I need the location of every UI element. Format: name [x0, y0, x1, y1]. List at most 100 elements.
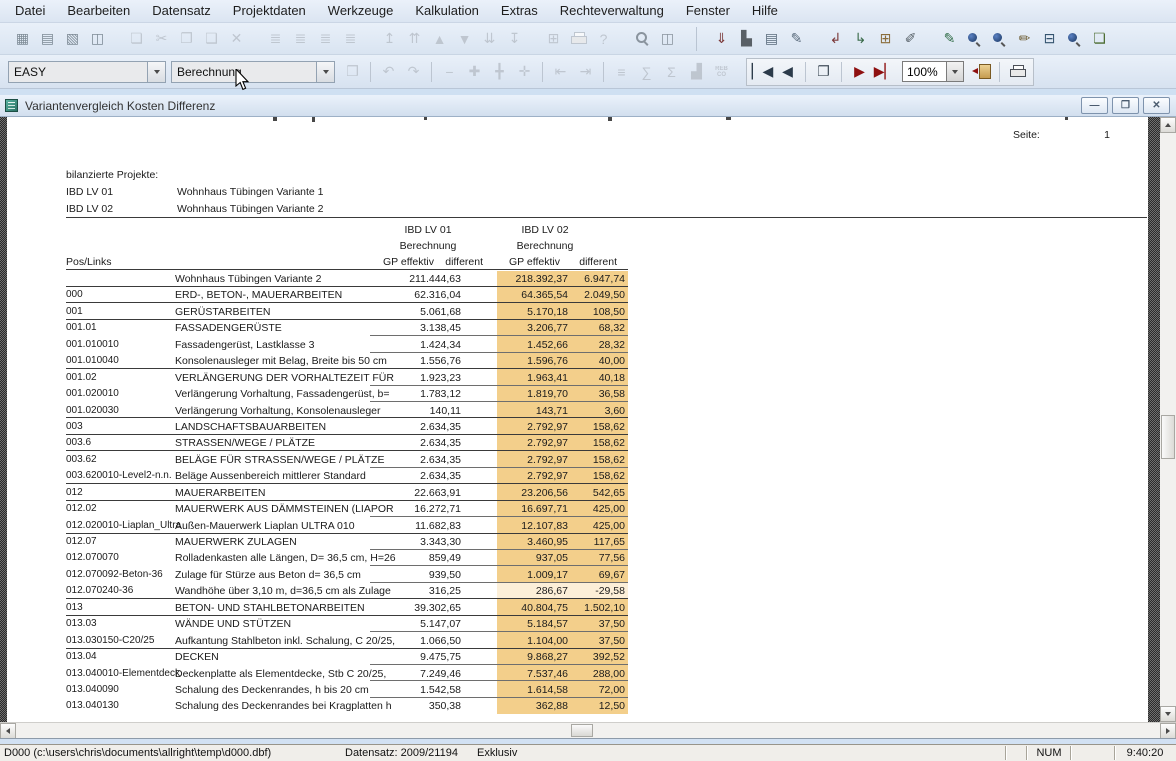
move-bottom-icon[interactable]: ↧ [502, 27, 527, 51]
restore-button[interactable]: ❐ [1112, 97, 1139, 114]
menu-item-werkzeuge[interactable]: Werkzeuge [317, 1, 405, 21]
promote-level-icon[interactable]: ≣ [313, 27, 338, 51]
properties-icon[interactable]: ⊞ [541, 27, 566, 51]
menu-item-hilfe[interactable]: Hilfe [741, 1, 789, 21]
scroll-right-button[interactable] [1160, 723, 1176, 739]
delete-icon[interactable]: ✕ [224, 27, 249, 51]
vertical-scrollbar-thumb[interactable] [1161, 415, 1175, 459]
cut-icon[interactable]: ✂ [149, 27, 174, 51]
notes-icon[interactable]: ✏ [1012, 27, 1037, 51]
menu-item-datensatz[interactable]: Datensatz [141, 1, 222, 21]
sum-icon[interactable]: Σ [659, 60, 684, 84]
table-edit-icon[interactable]: ⊟ [1037, 27, 1062, 51]
catalog-view-icon[interactable]: ◫ [85, 27, 110, 51]
menu-item-extras[interactable]: Extras [490, 1, 549, 21]
horizontal-scrollbar[interactable] [0, 722, 1176, 738]
row-different-lv02: 40,18 [525, 372, 625, 384]
insert-subposition-icon[interactable]: ✛ [512, 60, 537, 84]
output-to-end-icon[interactable]: ▶▏ [872, 60, 897, 84]
view-combobox[interactable]: Berechnung [171, 61, 335, 83]
checkout-icon[interactable]: ↲ [823, 27, 848, 51]
page-export-icon[interactable]: ❏ [1087, 27, 1112, 51]
table-row: 001.02 VERLÄNGERUNG DER VORHALTEZEIT FÜR… [66, 369, 628, 385]
toolbar-main-icons: ▦▤▧◫❏✂❐❑✕≣≣≣≣↥⇈▲▼⇊↧⊞?◫⇓▙▤✎↲↳⊞✐✎✏⊟❏ [10, 27, 1126, 51]
table-row: 013.040010-Elementdeck Deckenplatte als … [66, 665, 628, 681]
start-output-icon[interactable]: ▶ [847, 60, 872, 84]
move-down-icon[interactable]: ▼ [452, 27, 477, 51]
print-icon[interactable] [566, 27, 591, 51]
new-document-icon[interactable]: ❏ [124, 27, 149, 51]
insert-title-icon[interactable]: ≣ [263, 27, 288, 51]
vertical-scrollbar[interactable] [1160, 117, 1176, 722]
redo-icon[interactable]: ↷ [401, 60, 426, 84]
scroll-left-button[interactable] [0, 723, 16, 739]
overview-icon[interactable]: ▦ [10, 27, 35, 51]
scroll-up-button[interactable] [1160, 117, 1176, 133]
close-button[interactable]: ✕ [1143, 97, 1170, 114]
pin-icon[interactable]: ✐ [898, 27, 923, 51]
chevron-down-icon[interactable] [316, 62, 334, 82]
db-view-icon[interactable] [1062, 27, 1087, 51]
profile-combobox[interactable]: EASY [8, 61, 166, 83]
reb-icon[interactable]: REB CO [709, 60, 734, 84]
row-different-lv02: 12,50 [525, 700, 625, 712]
minimize-button[interactable]: — [1081, 97, 1108, 114]
toolbar-report: EASY Berechnung ❒ ↶↷−✚╋✛ ⇤⇥ ≡∑Σ▟REB CO ▏◀◀ ❐… [0, 55, 1176, 89]
undo-icon[interactable]: ↶ [376, 60, 401, 84]
chevron-down-icon[interactable] [946, 62, 963, 81]
modules-icon[interactable]: ⊞ [873, 27, 898, 51]
close-preview-icon[interactable] [969, 60, 994, 84]
row-different-lv02: 72,00 [525, 684, 625, 696]
menu-item-fenster[interactable]: Fenster [675, 1, 741, 21]
previous-page-icon[interactable]: ◀ [775, 60, 800, 84]
remove-position-icon[interactable]: − [437, 60, 462, 84]
row-different-lv02: -29,58 [525, 585, 625, 597]
checkin-icon[interactable]: ↳ [848, 27, 873, 51]
menu-item-datei[interactable]: Datei [4, 1, 56, 21]
sum-list-icon[interactable]: ∑ [634, 60, 659, 84]
scroll-down-button[interactable] [1160, 706, 1176, 722]
insert-position-above-icon[interactable]: ✚ [462, 60, 487, 84]
search-icon[interactable] [630, 27, 655, 51]
print-icon[interactable] [1005, 60, 1030, 84]
report-view-icon[interactable]: ▤ [35, 27, 60, 51]
move-pageup-icon[interactable]: ⇈ [402, 27, 427, 51]
table-row: 003 LANDSCHAFTSBAUARBEITEN 2.634,35 2.79… [66, 418, 628, 434]
report-edit-icon[interactable]: ✎ [784, 27, 809, 51]
move-top-icon[interactable]: ↥ [377, 27, 402, 51]
db-zoom-icon[interactable] [987, 27, 1012, 51]
import-icon[interactable]: ⇓ [709, 27, 734, 51]
horizontal-scrollbar-thumb[interactable] [571, 724, 593, 737]
db-search-icon[interactable] [962, 27, 987, 51]
paste-icon[interactable]: ❑ [199, 27, 224, 51]
help-icon[interactable]: ? [591, 27, 616, 51]
copy-icon[interactable]: ❐ [174, 27, 199, 51]
table-row: 012.07 MAUERWERK ZULAGEN 3.343,30 3.460,… [66, 534, 628, 550]
report-new-icon[interactable]: ▤ [759, 27, 784, 51]
split-view-icon[interactable]: ◫ [655, 27, 680, 51]
move-pagedown-icon[interactable]: ⇊ [477, 27, 502, 51]
insert-position-icon[interactable]: ╋ [487, 60, 512, 84]
open-report-icon[interactable]: ❒ [340, 60, 365, 84]
menu-item-kalkulation[interactable]: Kalkulation [404, 1, 490, 21]
zoom-combobox[interactable]: 100% [902, 61, 964, 82]
menu-item-rechteverwaltung[interactable]: Rechteverwaltung [549, 1, 675, 21]
table-row: 001.010040 Konsolenausleger mit Belag, B… [66, 353, 628, 369]
insert-subtitle-icon[interactable]: ≣ [288, 27, 313, 51]
chevron-down-icon[interactable] [147, 62, 165, 82]
outline-promote-icon[interactable]: ⇤ [548, 60, 573, 84]
numbering-icon[interactable]: ≡ [609, 60, 634, 84]
view-group: ▦▤▧◫ [10, 27, 110, 51]
move-up-icon[interactable]: ▲ [427, 27, 452, 51]
chart-icon[interactable]: ▟ [684, 60, 709, 84]
chevron-right-icon [1166, 728, 1170, 734]
library-icon[interactable]: ▙ [734, 27, 759, 51]
edit-data-icon[interactable]: ✎ [937, 27, 962, 51]
graphic-view-icon[interactable]: ▧ [60, 27, 85, 51]
copy-report-icon[interactable]: ❐ [811, 60, 836, 84]
outline-demote-icon[interactable]: ⇥ [573, 60, 598, 84]
first-page-icon[interactable]: ▏◀ [750, 60, 775, 84]
menu-item-bearbeiten[interactable]: Bearbeiten [56, 1, 141, 21]
demote-level-icon[interactable]: ≣ [338, 27, 363, 51]
menu-item-projektdaten[interactable]: Projektdaten [222, 1, 317, 21]
